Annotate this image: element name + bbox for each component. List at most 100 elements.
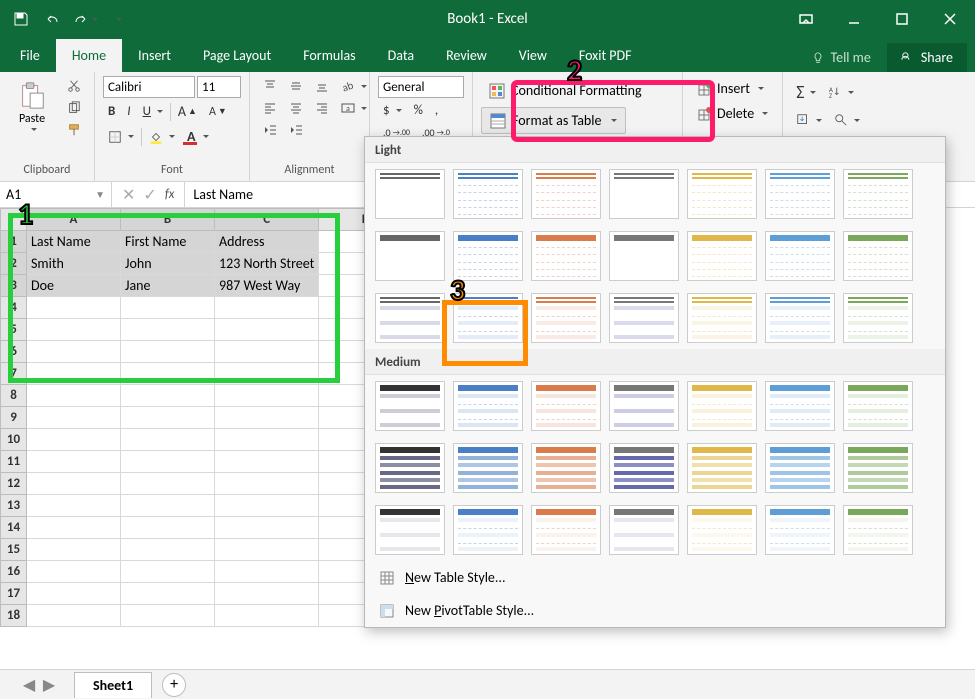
cell[interactable] — [215, 583, 319, 605]
cell[interactable] — [215, 517, 319, 539]
table-style-thumb[interactable] — [453, 443, 523, 493]
cell[interactable]: John — [121, 253, 215, 275]
cell[interactable] — [121, 429, 215, 451]
save-icon[interactable] — [8, 6, 34, 32]
cell[interactable] — [27, 539, 121, 561]
font-name-input[interactable] — [103, 76, 195, 98]
redo-icon[interactable] — [72, 6, 98, 32]
table-style-thumb[interactable] — [765, 169, 835, 219]
cell[interactable]: Address — [215, 231, 319, 253]
align-bottom-button[interactable] — [310, 76, 334, 96]
minimize-icon[interactable] — [831, 0, 877, 38]
cancel-formula-icon[interactable]: ✕ — [122, 185, 135, 205]
cell[interactable] — [27, 517, 121, 539]
enter-formula-icon[interactable]: ✓ — [143, 185, 156, 205]
ribbon-options-icon[interactable] — [783, 0, 829, 38]
table-style-thumb[interactable] — [531, 505, 601, 555]
cell[interactable] — [121, 561, 215, 583]
table-style-thumb[interactable] — [687, 443, 757, 493]
orientation-button[interactable]: ab — [336, 76, 372, 96]
cut-button[interactable] — [62, 76, 86, 96]
table-style-thumb[interactable] — [687, 381, 757, 431]
table-style-thumb[interactable] — [843, 443, 913, 493]
tab-insert[interactable]: Insert — [122, 39, 187, 72]
row-header[interactable]: 12 — [1, 473, 27, 495]
table-style-thumb[interactable] — [609, 505, 679, 555]
cell[interactable] — [121, 319, 215, 341]
cell[interactable] — [27, 451, 121, 473]
sheet-tab[interactable]: Sheet1 — [74, 672, 152, 698]
align-left-button[interactable] — [258, 98, 282, 118]
table-style-thumb[interactable] — [765, 381, 835, 431]
row-header[interactable]: 8 — [1, 385, 27, 407]
table-style-thumb[interactable] — [843, 381, 913, 431]
fill-button[interactable] — [791, 110, 827, 130]
table-style-thumb[interactable] — [609, 169, 679, 219]
cell[interactable] — [121, 451, 215, 473]
cell[interactable] — [121, 583, 215, 605]
table-style-thumb[interactable] — [453, 505, 523, 555]
row-header[interactable]: 1 — [1, 231, 27, 253]
row-header[interactable]: 16 — [1, 561, 27, 583]
delete-cells-button[interactable]: Delete — [691, 103, 774, 124]
cell[interactable] — [215, 319, 319, 341]
table-style-thumb[interactable] — [375, 381, 445, 431]
cell[interactable] — [121, 605, 215, 627]
row-header[interactable]: 11 — [1, 451, 27, 473]
table-style-thumb[interactable] — [531, 169, 601, 219]
italic-button[interactable]: I — [122, 101, 135, 122]
close-icon[interactable] — [927, 0, 973, 38]
table-style-thumb[interactable] — [609, 443, 679, 493]
table-style-thumb[interactable] — [609, 381, 679, 431]
cell[interactable] — [215, 473, 319, 495]
cell[interactable] — [215, 495, 319, 517]
cell[interactable]: Last Name — [27, 231, 121, 253]
table-style-thumb[interactable] — [375, 443, 445, 493]
cell[interactable] — [27, 385, 121, 407]
tell-me-search[interactable]: Tell me — [801, 43, 881, 72]
font-size-input[interactable] — [197, 76, 241, 98]
table-style-thumb[interactable] — [531, 293, 601, 343]
comma-format-button[interactable]: , — [430, 100, 443, 121]
cell[interactable] — [121, 385, 215, 407]
table-style-thumb[interactable] — [453, 169, 523, 219]
increase-indent-button[interactable] — [284, 120, 308, 140]
bold-button[interactable]: B — [103, 101, 120, 122]
cell[interactable]: Doe — [27, 275, 121, 297]
cell[interactable] — [27, 429, 121, 451]
cell[interactable] — [215, 385, 319, 407]
tab-file[interactable]: File — [4, 39, 56, 72]
cell[interactable] — [27, 341, 121, 363]
cell[interactable] — [215, 429, 319, 451]
table-style-thumb[interactable] — [843, 231, 913, 281]
tab-data[interactable]: Data — [372, 39, 430, 72]
cell[interactable] — [27, 561, 121, 583]
table-style-thumb[interactable] — [765, 443, 835, 493]
cell[interactable] — [27, 605, 121, 627]
cell[interactable] — [215, 407, 319, 429]
cell[interactable] — [121, 341, 215, 363]
underline-button[interactable]: U — [138, 101, 168, 122]
tab-foxit-pdf[interactable]: Foxit PDF — [563, 39, 648, 72]
tab-home[interactable]: Home — [56, 39, 122, 72]
increase-font-button[interactable]: A▲ — [173, 100, 202, 123]
table-style-thumb[interactable] — [453, 293, 523, 343]
table-style-thumb[interactable] — [765, 231, 835, 281]
table-style-thumb[interactable] — [765, 505, 835, 555]
table-style-thumb[interactable] — [453, 231, 523, 281]
row-header[interactable]: 14 — [1, 517, 27, 539]
merge-center-button[interactable]: a — [336, 98, 372, 118]
percent-format-button[interactable]: % — [409, 100, 428, 121]
format-as-table-button[interactable]: Format as Table — [481, 107, 626, 134]
table-style-thumb[interactable] — [687, 505, 757, 555]
row-header[interactable]: 3 — [1, 275, 27, 297]
align-right-button[interactable] — [310, 98, 334, 118]
cell[interactable] — [215, 561, 319, 583]
table-style-thumb[interactable] — [843, 169, 913, 219]
cell[interactable] — [215, 341, 319, 363]
row-header[interactable]: 13 — [1, 495, 27, 517]
cell[interactable] — [27, 473, 121, 495]
sheet-nav-next[interactable]: ▶ — [40, 676, 58, 694]
table-style-thumb[interactable] — [609, 293, 679, 343]
cell[interactable] — [121, 363, 215, 385]
